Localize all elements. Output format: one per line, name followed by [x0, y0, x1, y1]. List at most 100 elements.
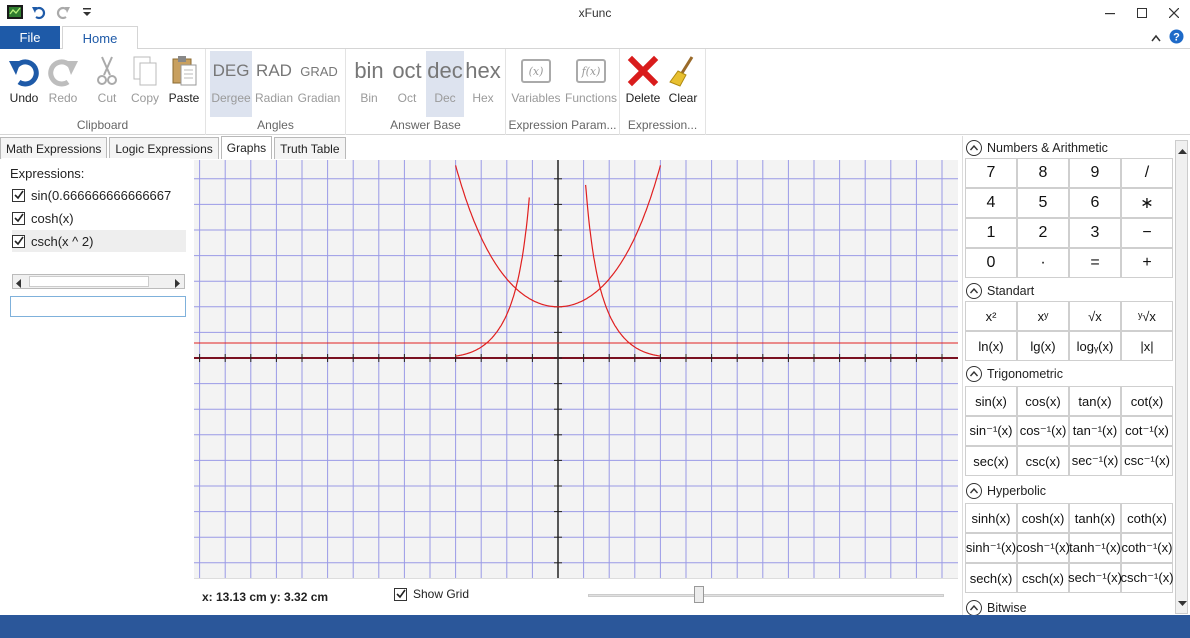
- keypad-key[interactable]: cos⁻¹(x): [1017, 416, 1069, 446]
- expression-item[interactable]: sin(0.666666666666667: [12, 184, 186, 206]
- keypad-vscrollbar[interactable]: [1175, 140, 1188, 614]
- keypad-key[interactable]: ʸ√x: [1121, 301, 1173, 331]
- degree-button[interactable]: DEG Dergee: [210, 51, 252, 117]
- keypad-key[interactable]: 7: [965, 158, 1017, 188]
- keypad-key[interactable]: tanh⁻¹(x): [1069, 533, 1121, 563]
- scroll-down-icon[interactable]: [1178, 596, 1187, 610]
- keypad-key[interactable]: =: [1069, 248, 1121, 278]
- keypad-key[interactable]: |x|: [1121, 331, 1173, 361]
- scroll-thumb[interactable]: [29, 276, 149, 287]
- keypad-key[interactable]: 8: [1017, 158, 1069, 188]
- show-grid-check-icon[interactable]: [394, 587, 407, 601]
- hex-button[interactable]: hex Hex: [464, 51, 502, 117]
- new-expression-input[interactable]: [10, 296, 186, 317]
- collapse-chevron-icon[interactable]: [966, 600, 982, 616]
- keypad-key[interactable]: sinh(x): [965, 503, 1017, 533]
- keypad-key[interactable]: csc⁻¹(x): [1121, 446, 1173, 476]
- keypad-key[interactable]: cosh⁻¹(x): [1016, 533, 1070, 563]
- collapse-ribbon-icon[interactable]: [1151, 31, 1161, 45]
- expression-checkbox[interactable]: [12, 188, 25, 202]
- tab-logic-expressions[interactable]: Logic Expressions: [109, 137, 219, 159]
- delete-button[interactable]: Delete: [624, 51, 662, 117]
- keypad-key[interactable]: /: [1121, 158, 1173, 188]
- help-icon[interactable]: ?: [1169, 29, 1184, 47]
- keypad-key[interactable]: 3: [1069, 218, 1121, 248]
- expression-item[interactable]: cosh(x): [12, 207, 186, 229]
- keypad-key[interactable]: tan(x): [1069, 386, 1121, 416]
- keypad-key[interactable]: 6: [1069, 188, 1121, 218]
- keypad-key[interactable]: ∗: [1121, 188, 1173, 218]
- keypad-key[interactable]: √x: [1069, 301, 1121, 331]
- home-tab[interactable]: Home: [62, 26, 138, 50]
- collapse-chevron-icon[interactable]: [966, 366, 982, 382]
- keypad-key[interactable]: logᵧ(x): [1069, 331, 1121, 361]
- keypad-key[interactable]: 9: [1069, 158, 1121, 188]
- keypad-key[interactable]: 1: [965, 218, 1017, 248]
- collapse-chevron-icon[interactable]: [966, 283, 982, 299]
- paste-button[interactable]: Paste: [166, 51, 202, 117]
- oct-button[interactable]: oct Oct: [388, 51, 426, 117]
- redo-button[interactable]: Redo: [44, 51, 82, 117]
- file-tab[interactable]: File: [0, 26, 60, 49]
- keypad-key[interactable]: sec⁻¹(x): [1069, 446, 1121, 476]
- keypad-key[interactable]: x²: [965, 301, 1017, 331]
- clear-button[interactable]: Clear: [664, 51, 702, 117]
- maximize-button[interactable]: [1126, 0, 1158, 26]
- keypad-key[interactable]: tan⁻¹(x): [1069, 416, 1121, 446]
- dec-button[interactable]: dec Dec: [426, 51, 464, 117]
- keypad-key[interactable]: xʸ: [1017, 301, 1069, 331]
- keypad-key[interactable]: 4: [965, 188, 1017, 218]
- tab-math-expressions[interactable]: Math Expressions: [0, 137, 108, 159]
- scroll-right-icon[interactable]: [175, 277, 181, 291]
- keypad-key[interactable]: sinh⁻¹(x): [965, 533, 1017, 563]
- keypad-key[interactable]: csc(x): [1017, 446, 1069, 476]
- keypad-key[interactable]: sec(x): [965, 446, 1017, 476]
- undo-button[interactable]: Undo: [4, 51, 44, 117]
- section-header-numbers-arithmetic[interactable]: Numbers & Arithmetic: [966, 138, 1108, 158]
- keypad-key[interactable]: coth(x): [1121, 503, 1173, 533]
- tab-truth-table[interactable]: Truth Table: [274, 137, 346, 159]
- radian-button[interactable]: RAD Radian: [254, 51, 294, 117]
- keypad-key[interactable]: cot(x): [1121, 386, 1173, 416]
- close-button[interactable]: [1158, 0, 1190, 26]
- scroll-left-icon[interactable]: [16, 277, 22, 291]
- keypad-key[interactable]: coth⁻¹(x): [1121, 533, 1173, 563]
- scroll-up-icon[interactable]: [1178, 144, 1187, 158]
- keypad-key[interactable]: ·: [1017, 248, 1069, 278]
- tab-graphs[interactable]: Graphs: [220, 136, 273, 159]
- keypad-key[interactable]: +: [1121, 248, 1173, 278]
- keypad-key[interactable]: sech⁻¹(x): [1068, 563, 1122, 593]
- keypad-key[interactable]: 0: [965, 248, 1017, 278]
- keypad-key[interactable]: cot⁻¹(x): [1121, 416, 1173, 446]
- section-header-hyperbolic[interactable]: Hyperbolic: [966, 481, 1046, 501]
- collapse-chevron-icon[interactable]: [966, 483, 982, 499]
- section-header-trigonometric[interactable]: Trigonometric: [966, 364, 1063, 384]
- gradian-button[interactable]: GRAD Gradian: [296, 51, 342, 117]
- bin-button[interactable]: bin Bin: [350, 51, 388, 117]
- zoom-slider[interactable]: [588, 586, 944, 603]
- keypad-key[interactable]: sin(x): [965, 386, 1017, 416]
- keypad-key[interactable]: cosh(x): [1017, 503, 1069, 533]
- variables-button[interactable]: (x) Variables: [510, 51, 562, 117]
- keypad-key[interactable]: lg(x): [1017, 331, 1069, 361]
- copy-button[interactable]: Copy: [126, 51, 164, 117]
- keypad-key[interactable]: 2: [1017, 218, 1069, 248]
- collapse-chevron-icon[interactable]: [966, 140, 982, 156]
- expression-checkbox[interactable]: [12, 234, 25, 248]
- minimize-button[interactable]: [1094, 0, 1126, 26]
- show-grid-checkbox[interactable]: Show Grid: [394, 587, 469, 601]
- keypad-key[interactable]: csch⁻¹(x): [1120, 563, 1174, 593]
- keypad-key[interactable]: 5: [1017, 188, 1069, 218]
- section-header-standart[interactable]: Standart: [966, 281, 1034, 301]
- keypad-key[interactable]: ln(x): [965, 331, 1017, 361]
- zoom-slider-thumb[interactable]: [694, 586, 704, 603]
- functions-button[interactable]: f(x) Functions: [564, 51, 618, 117]
- keypad-key[interactable]: cos(x): [1017, 386, 1069, 416]
- keypad-key[interactable]: csch(x): [1017, 563, 1069, 593]
- keypad-key[interactable]: tanh(x): [1069, 503, 1121, 533]
- keypad-key[interactable]: −: [1121, 218, 1173, 248]
- cut-button[interactable]: Cut: [90, 51, 124, 117]
- expression-checkbox[interactable]: [12, 211, 25, 225]
- graph-canvas[interactable]: [194, 160, 958, 579]
- keypad-key[interactable]: sin⁻¹(x): [965, 416, 1017, 446]
